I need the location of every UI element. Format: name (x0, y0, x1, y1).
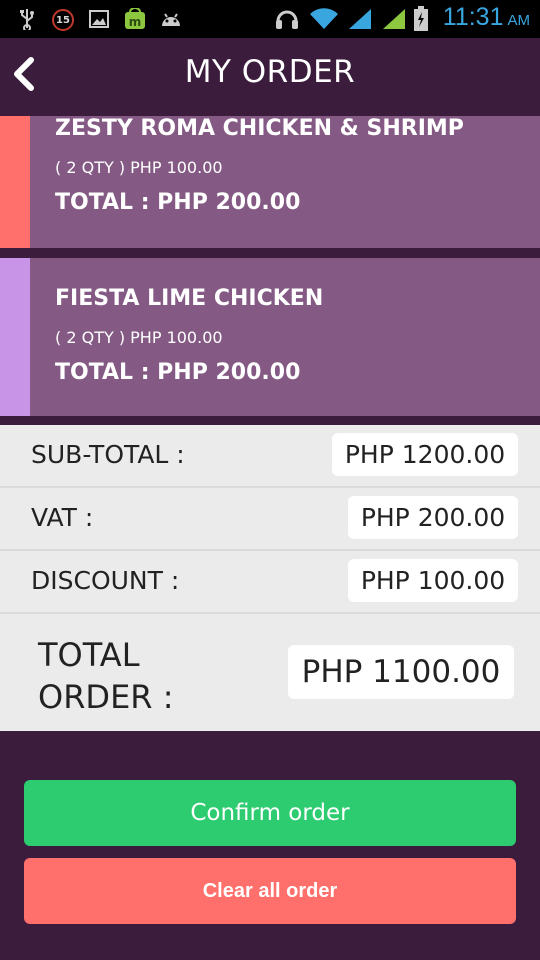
vat-row: VAT : PHP 200.00 (0, 488, 540, 551)
wifi-icon (308, 6, 340, 32)
page-title: MY ORDER (184, 54, 356, 90)
vat-value: PHP 200.00 (348, 496, 518, 539)
headset-icon (273, 6, 301, 32)
vat-label: VAT : (31, 503, 94, 532)
order-list: ZESTY ROMA CHICKEN & SHRIMP ( 2 QTY ) PH… (0, 116, 540, 425)
order-item[interactable]: ZESTY ROMA CHICKEN & SHRIMP ( 2 QTY ) PH… (0, 116, 540, 248)
subtotal-label: SUB-TOTAL : (31, 440, 185, 469)
status-bar: 15 m 11:31 AM (0, 0, 540, 38)
image-icon (88, 6, 110, 32)
discount-value: PHP 100.00 (348, 559, 518, 602)
discount-label: DISCOUNT : (31, 566, 180, 595)
clear-all-order-button[interactable]: Clear all order (24, 858, 516, 924)
app-header: MY ORDER (0, 38, 540, 116)
battery-charging-icon (412, 6, 430, 32)
clock: 11:31 AM (443, 3, 530, 35)
notification-badge: 15 (52, 9, 74, 31)
order-item-name: ZESTY ROMA CHICKEN & SHRIMP (55, 116, 464, 141)
clock-time: 11:31 (442, 3, 504, 31)
total-order-value: PHP 1100.00 (288, 645, 514, 699)
total-row: TOTAL ORDER : PHP 1100.00 (0, 614, 540, 731)
clock-ampm: AM (507, 12, 531, 29)
order-item-name: FIESTA LIME CHICKEN (55, 286, 324, 311)
order-item[interactable]: FIESTA LIME CHICKEN ( 2 QTY ) PHP 100.00… (0, 258, 540, 416)
order-item-total: TOTAL : PHP 200.00 (55, 190, 301, 215)
subtotal-value: PHP 1200.00 (332, 433, 518, 476)
confirm-order-button[interactable]: Confirm order (24, 780, 516, 846)
market-icon: m (123, 6, 147, 32)
subtotal-row: SUB-TOTAL : PHP 1200.00 (0, 425, 540, 488)
order-item-total: TOTAL : PHP 200.00 (55, 360, 301, 385)
usb-icon (16, 6, 38, 32)
order-summary: SUB-TOTAL : PHP 1200.00 VAT : PHP 200.00… (0, 425, 540, 731)
order-item-quantity: ( 2 QTY ) PHP 100.00 (55, 158, 223, 177)
discount-row: DISCOUNT : PHP 100.00 (0, 551, 540, 614)
signal-icon (380, 6, 408, 32)
order-stripe (0, 258, 30, 416)
signal-icon (346, 6, 374, 32)
order-item-quantity: ( 2 QTY ) PHP 100.00 (55, 328, 223, 347)
order-stripe (0, 116, 30, 248)
android-icon (158, 6, 184, 32)
total-order-label: TOTAL ORDER : (38, 636, 174, 716)
svg-text:m: m (129, 15, 142, 29)
